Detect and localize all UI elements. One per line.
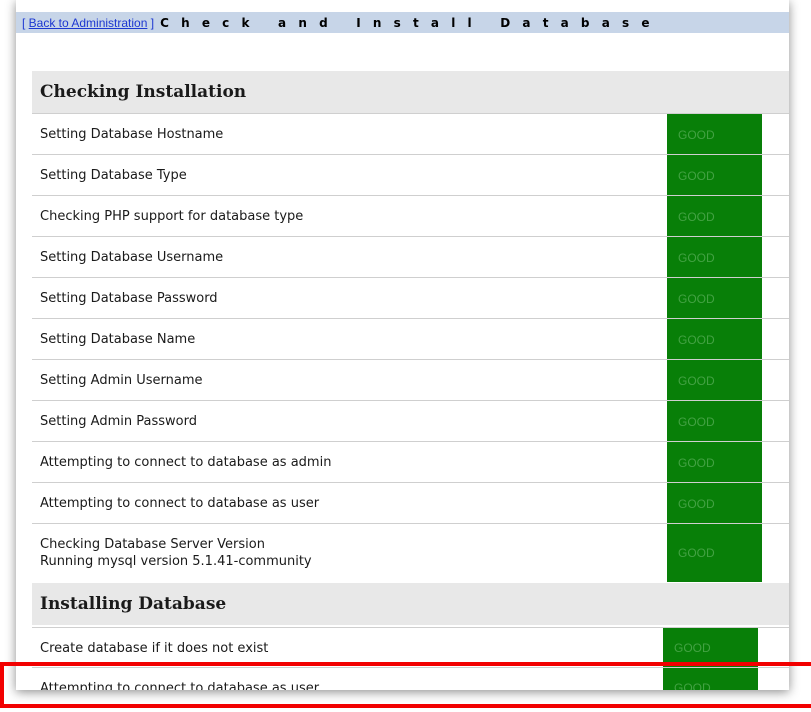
check-row: Setting Database Password GOOD xyxy=(32,277,789,319)
section-header-installing: Installing Database xyxy=(32,583,789,625)
status-badge: GOOD xyxy=(667,155,762,196)
section-header-checking: Checking Installation xyxy=(32,71,789,113)
check-label-line2: Running mysql version 5.1.41-community xyxy=(40,554,312,569)
status-badge: GOOD xyxy=(667,196,762,237)
page-frame: [ Back to Administration ] Check and Ins… xyxy=(16,0,789,690)
check-row: Setting Database Username GOOD xyxy=(32,236,789,278)
check-row: Setting Admin Password GOOD xyxy=(32,400,789,442)
check-label-line1: Checking Database Server Version xyxy=(40,537,265,552)
check-label: Checking PHP support for database type xyxy=(40,209,304,224)
status-badge: GOOD xyxy=(667,483,762,524)
status-badge: GOOD xyxy=(667,360,762,401)
check-row: Setting Database Name GOOD xyxy=(32,318,789,360)
status-badge: GOOD xyxy=(663,628,758,668)
check-label: Setting Database Password xyxy=(40,291,218,306)
check-label: Setting Admin Password xyxy=(40,414,197,429)
check-label: Setting Database Type xyxy=(40,168,187,183)
check-row: Setting Database Hostname GOOD xyxy=(32,113,789,155)
install-label: Create database if it does not exist xyxy=(40,640,269,656)
check-label: Setting Database Name xyxy=(40,332,196,347)
install-row: Attempting to connect to database as use… xyxy=(32,667,789,690)
status-badge: GOOD xyxy=(667,319,762,360)
check-label: Setting Admin Username xyxy=(40,373,203,388)
check-row: Setting Database Type GOOD xyxy=(32,154,789,196)
bracket-open: [ xyxy=(22,15,29,30)
check-label: Attempting to connect to database as adm… xyxy=(40,455,332,470)
title-bar: [ Back to Administration ] Check and Ins… xyxy=(16,12,789,33)
status-badge: GOOD xyxy=(667,278,762,319)
install-row: Create database if it does not exist GOO… xyxy=(32,627,789,668)
check-row: Checking PHP support for database type G… xyxy=(32,195,789,237)
back-to-administration-link[interactable]: Back to Administration xyxy=(29,16,148,30)
status-badge: GOOD xyxy=(667,237,762,278)
status-badge: GOOD xyxy=(667,442,762,483)
check-row: Attempting to connect to database as adm… xyxy=(32,441,789,483)
status-badge: GOOD xyxy=(667,401,762,442)
page-title: Check and Install Database xyxy=(160,15,662,30)
check-label: Checking Database Server Version Running… xyxy=(40,524,312,582)
check-row: Attempting to connect to database as use… xyxy=(32,482,789,524)
status-badge: GOOD xyxy=(663,668,758,690)
section-title: Installing Database xyxy=(40,594,227,614)
section-title: Checking Installation xyxy=(40,82,247,102)
bracket-close: ] xyxy=(147,15,155,30)
status-badge: GOOD xyxy=(667,114,762,155)
check-label: Attempting to connect to database as use… xyxy=(40,496,320,511)
status-badge: GOOD xyxy=(667,524,762,582)
check-label: Setting Database Username xyxy=(40,250,224,265)
check-row: Checking Database Server Version Running… xyxy=(32,523,789,582)
check-row: Setting Admin Username GOOD xyxy=(32,359,789,401)
install-label: Attempting to connect to database as use… xyxy=(40,680,320,691)
check-label: Setting Database Hostname xyxy=(40,127,224,142)
back-link-wrapper: [ Back to Administration ] xyxy=(22,16,154,30)
